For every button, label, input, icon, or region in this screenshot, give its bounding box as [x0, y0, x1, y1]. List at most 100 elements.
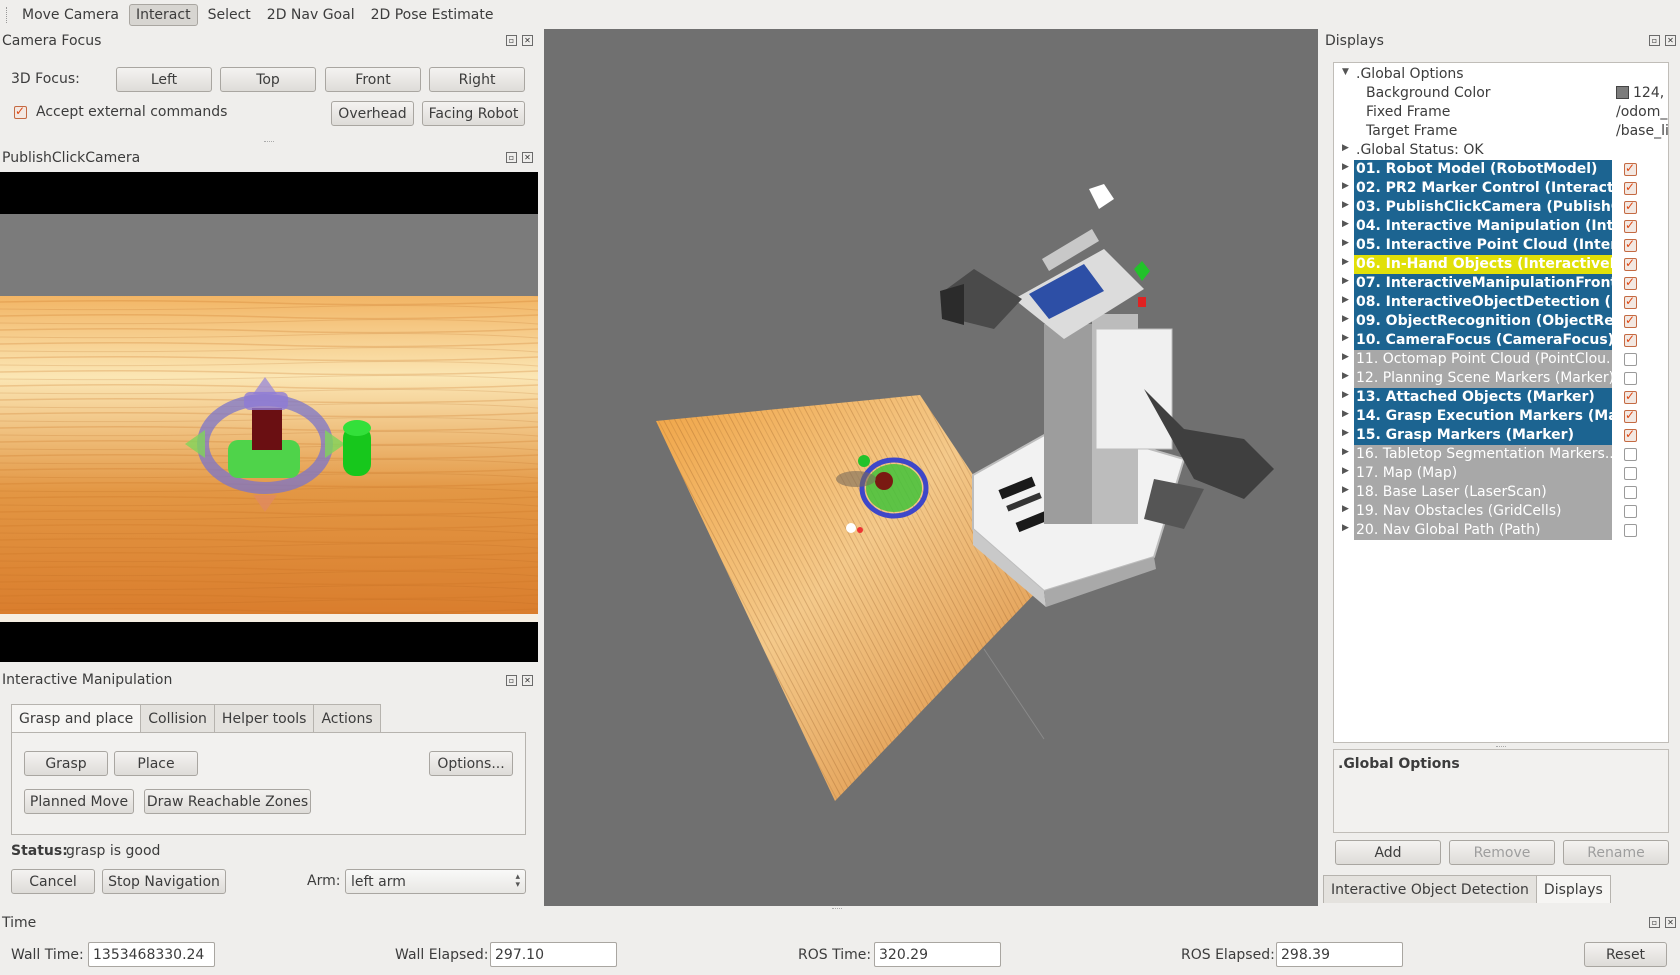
float-icon[interactable]: ▫: [506, 152, 517, 163]
focus-left-button[interactable]: Left: [116, 67, 212, 92]
display-enabled-checkbox[interactable]: [1624, 332, 1637, 347]
display-item[interactable]: ▶ 11. Octomap Point Cloud (PointClou...: [1334, 350, 1668, 369]
expand-arrow-icon[interactable]: ▶: [1342, 181, 1349, 191]
close-icon[interactable]: ✕: [1665, 35, 1676, 46]
tree-item-global-options[interactable]: ▼ .Global Options: [1334, 65, 1668, 84]
displays-splitter[interactable]: [1496, 746, 1506, 748]
stop-navigation-button[interactable]: Stop Navigation: [102, 869, 226, 894]
ros-time-field[interactable]: 320.29: [874, 942, 1001, 967]
add-display-button[interactable]: Add: [1335, 840, 1441, 865]
display-enabled-checkbox[interactable]: [1624, 161, 1637, 176]
display-enabled-checkbox[interactable]: [1624, 505, 1637, 518]
focus-top-button[interactable]: Top: [220, 67, 316, 92]
display-enabled-checkbox[interactable]: [1624, 467, 1637, 480]
display-item[interactable]: ▶ 03. PublishClickCamera (PublishCl...: [1334, 198, 1668, 217]
expand-arrow-icon[interactable]: ▶: [1342, 295, 1349, 305]
expand-arrow-icon[interactable]: ▶: [1342, 371, 1349, 381]
overhead-button[interactable]: Overhead: [331, 101, 414, 126]
focus-front-button[interactable]: Front: [325, 67, 421, 92]
expand-arrow-icon[interactable]: ▶: [1342, 238, 1349, 248]
arm-select[interactable]: left arm ▴ ▾: [345, 869, 526, 894]
wall-time-field[interactable]: 1353468330.24: [88, 942, 215, 967]
display-item[interactable]: ▶ 15. Grasp Markers (Marker): [1334, 426, 1668, 445]
display-item[interactable]: ▶ 20. Nav Global Path (Path): [1334, 521, 1668, 540]
display-item[interactable]: ▶ 06. In-Hand Objects (InteractiveM...: [1334, 255, 1668, 274]
display-item[interactable]: ▶ 04. Interactive Manipulation (Inte...: [1334, 217, 1668, 236]
tool-interact[interactable]: Interact: [128, 3, 198, 26]
expand-arrow-icon[interactable]: ▶: [1342, 257, 1349, 267]
display-enabled-checkbox[interactable]: [1624, 408, 1637, 423]
expand-arrow-icon[interactable]: ▶: [1342, 143, 1349, 153]
close-icon[interactable]: ✕: [1665, 917, 1676, 928]
display-enabled-checkbox[interactable]: [1624, 448, 1637, 461]
display-enabled-checkbox[interactable]: [1624, 524, 1637, 537]
display-item[interactable]: ▶ 01. Robot Model (RobotModel): [1334, 160, 1668, 179]
reset-button[interactable]: Reset: [1584, 942, 1667, 967]
rename-display-button[interactable]: Rename: [1563, 840, 1669, 865]
display-item[interactable]: ▶ 14. Grasp Execution Markers (Mar...: [1334, 407, 1668, 426]
ros-elapsed-field[interactable]: 298.39: [1276, 942, 1403, 967]
tab-collision[interactable]: Collision: [140, 704, 215, 732]
display-enabled-checkbox[interactable]: [1624, 353, 1637, 366]
expand-arrow-icon[interactable]: ▶: [1342, 314, 1349, 324]
display-item[interactable]: ▶ 18. Base Laser (LaserScan): [1334, 483, 1668, 502]
expand-arrow-icon[interactable]: ▶: [1342, 409, 1349, 419]
display-enabled-checkbox[interactable]: [1624, 294, 1637, 309]
focus-right-button[interactable]: Right: [429, 67, 525, 92]
expand-arrow-icon[interactable]: ▶: [1342, 390, 1349, 400]
display-enabled-checkbox[interactable]: [1624, 199, 1637, 214]
close-icon[interactable]: ✕: [522, 152, 533, 163]
tab-interactive-object-detection[interactable]: Interactive Object Detection: [1323, 875, 1537, 903]
display-enabled-checkbox[interactable]: [1624, 180, 1637, 195]
expand-arrow-icon[interactable]: ▶: [1342, 523, 1349, 533]
display-enabled-checkbox[interactable]: [1624, 237, 1637, 252]
float-icon[interactable]: ▫: [506, 675, 517, 686]
display-item[interactable]: ▶ 19. Nav Obstacles (GridCells): [1334, 502, 1668, 521]
display-item[interactable]: ▶ 16. Tabletop Segmentation Markers...: [1334, 445, 1668, 464]
display-item[interactable]: ▶ 17. Map (Map): [1334, 464, 1668, 483]
3d-viewport[interactable]: [544, 29, 1318, 906]
options-button[interactable]: Options...: [429, 751, 513, 776]
expand-arrow-icon[interactable]: ▶: [1342, 447, 1349, 457]
display-item[interactable]: ▶ 12. Planning Scene Markers (Marker): [1334, 369, 1668, 388]
draw-reachable-zones-button[interactable]: Draw Reachable Zones: [144, 789, 311, 814]
expand-arrow-icon[interactable]: ▶: [1342, 504, 1349, 514]
display-item[interactable]: ▶ 05. Interactive Point Cloud (Intera...: [1334, 236, 1668, 255]
display-item[interactable]: ▶ 13. Attached Objects (Marker): [1334, 388, 1668, 407]
display-enabled-checkbox[interactable]: [1624, 256, 1637, 271]
camera-image-view[interactable]: [0, 172, 538, 662]
tab-grasp-and-place[interactable]: Grasp and place: [11, 704, 142, 732]
tool-select[interactable]: Select: [202, 5, 257, 25]
collapse-arrow-icon[interactable]: ▼: [1342, 67, 1349, 77]
tool-2d-pose-estimate[interactable]: 2D Pose Estimate: [365, 5, 500, 25]
prop-background-color[interactable]: Background Color 124, 1: [1334, 84, 1668, 103]
display-item[interactable]: ▶ 09. ObjectRecognition (ObjectRec...: [1334, 312, 1668, 331]
cancel-button[interactable]: Cancel: [11, 869, 95, 894]
tab-displays[interactable]: Displays: [1535, 875, 1611, 903]
tool-2d-nav-goal[interactable]: 2D Nav Goal: [261, 5, 361, 25]
display-enabled-checkbox[interactable]: [1624, 313, 1637, 328]
expand-arrow-icon[interactable]: ▶: [1342, 333, 1349, 343]
display-item[interactable]: ▶ 08. InteractiveObjectDetection (In...: [1334, 293, 1668, 312]
wall-elapsed-field[interactable]: 297.10: [490, 942, 617, 967]
place-button[interactable]: Place: [114, 751, 198, 776]
displays-tree[interactable]: ▼ .Global Options Background Color 124, …: [1333, 62, 1669, 743]
remove-display-button[interactable]: Remove: [1449, 840, 1555, 865]
tab-actions[interactable]: Actions: [313, 704, 381, 732]
tool-move-camera[interactable]: Move Camera: [16, 5, 125, 25]
tab-helper-tools[interactable]: Helper tools: [213, 704, 315, 732]
expand-arrow-icon[interactable]: ▶: [1342, 485, 1349, 495]
expand-arrow-icon[interactable]: ▶: [1342, 200, 1349, 210]
display-item[interactable]: ▶ 10. CameraFocus (CameraFocus): [1334, 331, 1668, 350]
float-icon[interactable]: ▫: [506, 35, 517, 46]
tree-item-global-status[interactable]: ▶ .Global Status: OK: [1334, 141, 1668, 160]
display-enabled-checkbox[interactable]: [1624, 486, 1637, 499]
expand-arrow-icon[interactable]: ▶: [1342, 428, 1349, 438]
display-enabled-checkbox[interactable]: [1624, 427, 1637, 442]
grasp-button[interactable]: Grasp: [24, 751, 108, 776]
float-icon[interactable]: ▫: [1649, 35, 1660, 46]
expand-arrow-icon[interactable]: ▶: [1342, 276, 1349, 286]
display-enabled-checkbox[interactable]: [1624, 389, 1637, 404]
display-enabled-checkbox[interactable]: [1624, 275, 1637, 290]
expand-arrow-icon[interactable]: ▶: [1342, 352, 1349, 362]
